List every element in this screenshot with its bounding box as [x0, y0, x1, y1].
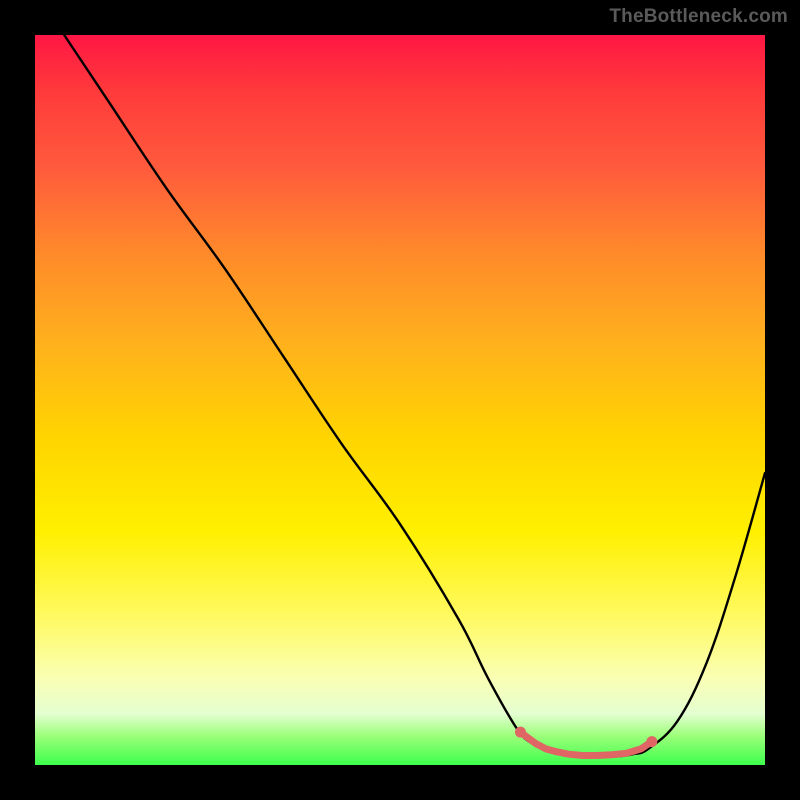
bottleneck-curve-svg	[35, 35, 765, 765]
chart-frame: TheBottleneck.com	[0, 0, 800, 800]
watermark-text: TheBottleneck.com	[609, 6, 788, 28]
optimal-range-start-dot	[515, 727, 526, 738]
optimal-range-end-dot	[646, 736, 657, 747]
optimal-range-line	[520, 732, 651, 755]
plot-gradient-area	[35, 35, 765, 765]
bottleneck-curve-path	[64, 35, 765, 757]
optimal-range-markers	[515, 727, 657, 756]
